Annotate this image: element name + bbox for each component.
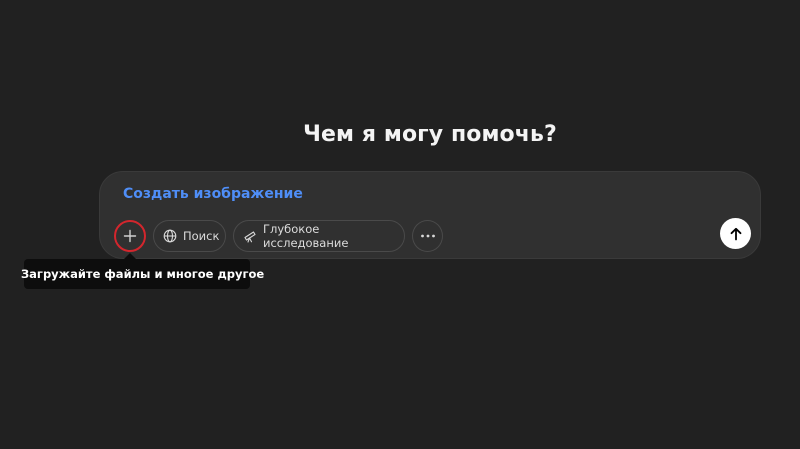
page-title: Чем я могу помочь? [303,122,557,147]
more-tools-button[interactable] [412,220,443,252]
chat-page: Чем я могу помочь? Создать изображение П… [0,0,800,449]
add-files-button[interactable] [114,220,146,252]
create-image-suggestion[interactable]: Создать изображение [123,186,303,202]
globe-icon [163,229,177,243]
search-button[interactable]: Поиск [153,220,226,252]
deep-research-button-label: Глубокое исследование [263,222,349,250]
upload-files-tooltip: Загружайте файлы и многое другое [21,259,264,289]
plus-icon [123,229,137,243]
telescope-icon [243,229,257,243]
search-button-label: Поиск [183,229,220,243]
tooltip-text: Загружайте файлы и многое другое [21,267,265,281]
send-button[interactable] [720,218,751,249]
arrow-up-icon [729,227,743,241]
more-icon [420,234,436,238]
deep-research-button[interactable]: Глубокое исследование [233,220,405,252]
prompt-composer[interactable]: Создать изображение Поиск Глубокое иссле… [99,171,761,259]
